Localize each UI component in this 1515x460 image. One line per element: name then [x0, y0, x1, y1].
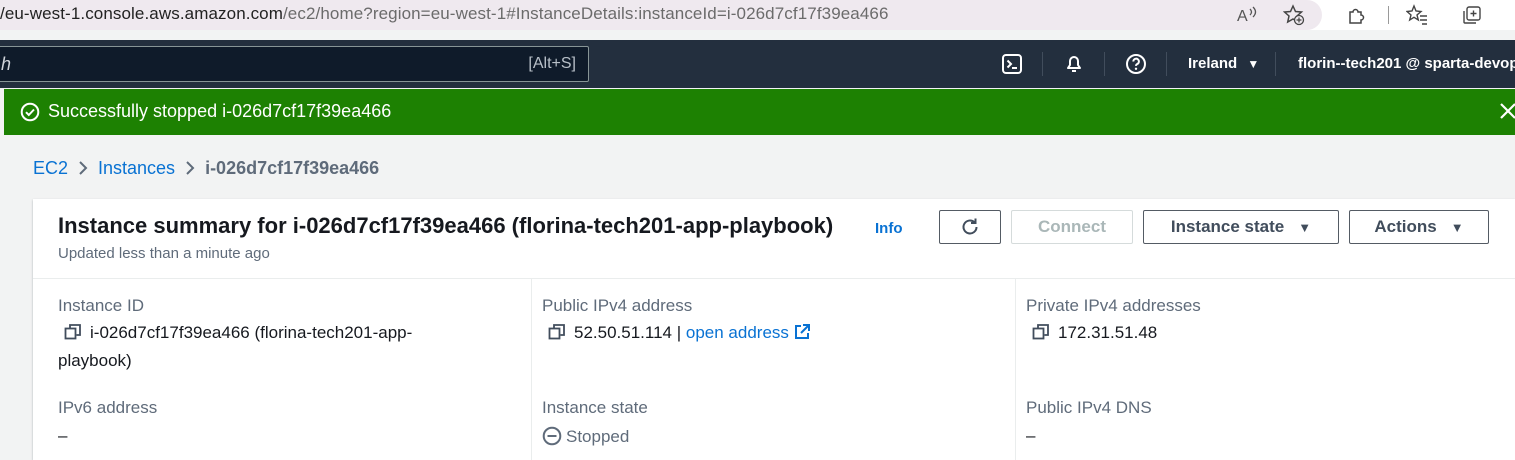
instance-id-text: i-026d7cf17f39ea466 (florina-tech201-app…	[90, 323, 413, 342]
favorites-icon[interactable]	[1405, 3, 1429, 27]
breadcrumb-ec2[interactable]: EC2	[33, 158, 68, 179]
breadcrumb: EC2 Instances i-026d7cf17f39ea466	[33, 157, 379, 179]
public-ipv4-text: 52.50.51.114 |	[574, 323, 682, 342]
details-column-2: Public IPv4 address 52.50.51.114 | open …	[532, 279, 1016, 460]
updated-timestamp: Updated less than a minute ago	[58, 245, 270, 262]
breadcrumb-instances[interactable]: Instances	[98, 158, 175, 179]
private-ipv4-value: 172.31.51.48	[1032, 323, 1157, 343]
read-aloud-icon[interactable]: A	[1236, 3, 1260, 27]
instance-state-label: Instance state	[542, 398, 648, 417]
public-dns-label: Public IPv4 DNS	[1026, 398, 1152, 417]
nav-divider	[1166, 52, 1167, 76]
open-address-link[interactable]: open address	[686, 323, 811, 342]
region-label: Ireland	[1188, 55, 1238, 72]
private-ipv4-label: Private IPv4 addresses	[1026, 296, 1201, 315]
browser-toolbar: /eu-west-1.console.aws.amazon.com/ec2/ho…	[0, 0, 1515, 30]
details-column-3: Private IPv4 addresses 172.31.51.48 Publ…	[1016, 279, 1515, 460]
success-check-icon	[20, 102, 40, 122]
collections-icon[interactable]	[1460, 3, 1484, 27]
public-dns-value: –	[1026, 426, 1036, 445]
chevron-right-icon	[68, 160, 98, 176]
page-title: Instance summary for i-026d7cf17f39ea466…	[58, 213, 834, 238]
extensions-icon[interactable]	[1345, 3, 1369, 27]
instance-summary-panel: Instance summary for i-026d7cf17f39ea466…	[33, 199, 1515, 460]
nav-divider	[1104, 52, 1105, 76]
nav-divider	[1275, 52, 1276, 76]
ipv6-value: –	[58, 426, 68, 445]
account-menu[interactable]: florin--tech201 @ sparta-devop	[1298, 55, 1515, 72]
ipv6-label: IPv6 address	[58, 398, 158, 417]
search-placeholder: h	[1, 54, 12, 74]
info-link[interactable]: Info	[875, 220, 903, 237]
close-icon[interactable]	[1497, 100, 1515, 122]
instance-state-text: Stopped	[566, 427, 630, 446]
notifications-bell-icon[interactable]	[1062, 52, 1086, 76]
help-icon[interactable]	[1124, 52, 1148, 76]
copy-icon[interactable]	[548, 323, 566, 341]
chevron-right-icon	[175, 160, 205, 176]
actions-label: Actions	[1374, 217, 1437, 236]
details-column-1: Instance ID i-026d7cf17f39ea466 (florina…	[33, 279, 532, 460]
connect-label: Connect	[1038, 217, 1106, 236]
breadcrumb-current-instance: i-026d7cf17f39ea466	[205, 157, 380, 178]
cloudshell-icon[interactable]	[1000, 52, 1024, 76]
copy-icon[interactable]	[64, 323, 82, 341]
instance-state-value: Stopped	[542, 426, 629, 447]
nav-divider	[1042, 52, 1043, 76]
instance-state-button[interactable]: Instance state ▼	[1143, 210, 1339, 244]
instance-state-label: Instance state	[1170, 217, 1285, 236]
instance-id-text-continued: playbook)	[58, 351, 132, 370]
instance-id-value: i-026d7cf17f39ea466 (florina-tech201-app…	[58, 319, 518, 375]
favorite-add-icon[interactable]	[1282, 3, 1306, 27]
refresh-icon	[962, 218, 978, 235]
stopped-status-icon	[542, 426, 562, 446]
caret-down-icon: ▼	[1247, 57, 1260, 71]
public-ipv4-label: Public IPv4 address	[542, 296, 693, 315]
region-selector[interactable]: Ireland ▼	[1188, 55, 1259, 72]
private-ipv4-text: 172.31.51.48	[1058, 323, 1158, 342]
toolbar-divider	[1388, 6, 1389, 24]
caret-down-icon: ▼	[1298, 219, 1312, 235]
public-ipv4-value: 52.50.51.114 | open address	[548, 323, 811, 343]
url-text[interactable]: /eu-west-1.console.aws.amazon.com/ec2/ho…	[0, 4, 889, 24]
copy-icon[interactable]	[1032, 323, 1050, 341]
flash-message: Successfully stopped i-026d7cf17f39ea466	[48, 101, 392, 121]
connect-button[interactable]: Connect	[1011, 210, 1133, 244]
refresh-button[interactable]	[939, 210, 1001, 244]
success-flash-banner: Successfully stopped i-026d7cf17f39ea466	[4, 89, 1515, 135]
url-path: /ec2/home?region=eu-west-1#InstanceDetai…	[282, 4, 889, 23]
instance-id-label: Instance ID	[58, 296, 144, 315]
search-input[interactable]: h [Alt+S]	[0, 46, 589, 82]
actions-button[interactable]: Actions ▼	[1349, 210, 1489, 244]
svg-text:A: A	[1237, 8, 1248, 25]
external-link-icon	[794, 324, 810, 339]
url-host: eu-west-1.console.aws.amazon.com	[4, 4, 283, 23]
search-shortcut-hint: [Alt+S]	[528, 55, 576, 72]
caret-down-icon: ▼	[1450, 219, 1464, 235]
panel-header: Instance summary for i-026d7cf17f39ea466…	[33, 199, 1515, 279]
address-bar[interactable]: /eu-west-1.console.aws.amazon.com/ec2/ho…	[0, 0, 1322, 30]
open-address-label: open address	[685, 323, 789, 342]
